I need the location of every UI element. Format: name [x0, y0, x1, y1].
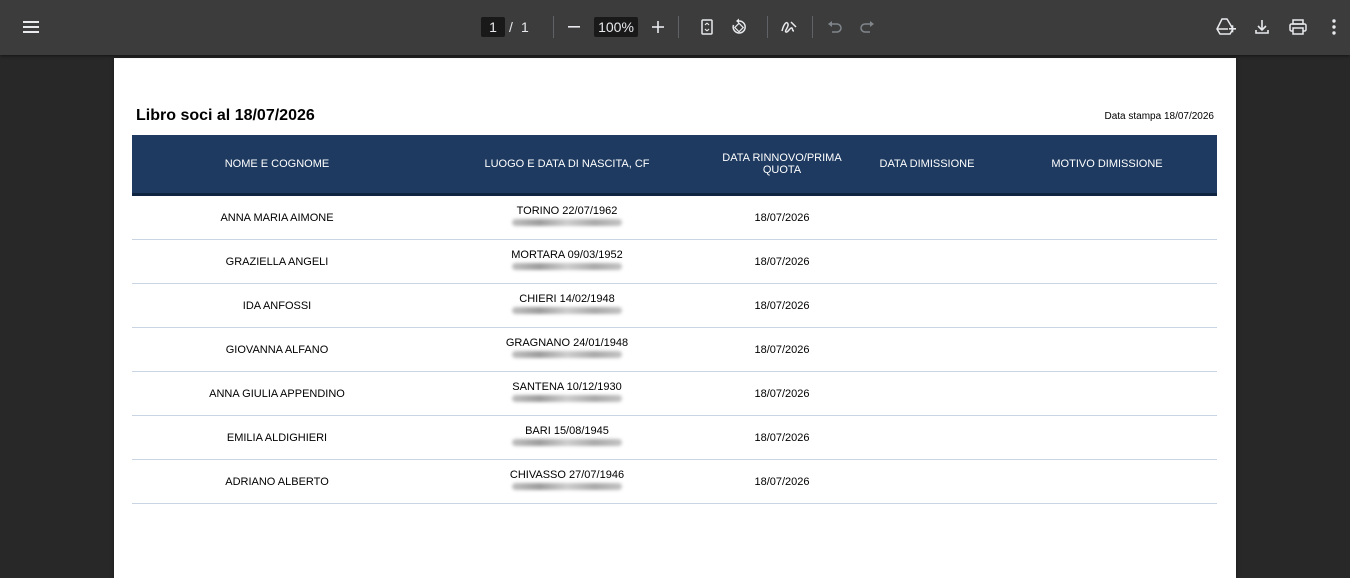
print-button[interactable]	[1283, 12, 1313, 42]
minus-icon	[568, 26, 580, 28]
cell-name: ANNA GIULIA APPENDINO	[209, 387, 345, 400]
birth-place-date: MORTARA 09/03/1952	[511, 249, 623, 261]
redacted-fiscal-code	[512, 219, 622, 226]
table-header: NOME E COGNOME LUOGO E DATA DI NASCITA, …	[132, 135, 1217, 196]
cell-name: IDA ANFOSSI	[242, 299, 312, 312]
pdf-toolbar: 1 / 1 100%	[0, 0, 1350, 55]
table-body: ANNA MARIA AIMONE TORINO 22/07/1962 18/0…	[132, 196, 1217, 504]
download-icon	[1255, 20, 1269, 34]
toolbar-divider	[553, 16, 554, 38]
redo-button[interactable]	[852, 12, 882, 42]
cell-renewal-date: 18/07/2026	[754, 299, 810, 312]
column-header-resignation: DATA DIMISSIONE	[879, 158, 975, 170]
toolbar-divider	[767, 16, 768, 38]
save-to-drive-button[interactable]	[1211, 12, 1241, 42]
column-header-name: NOME E COGNOME	[224, 158, 330, 170]
pdf-viewer[interactable]: Libro soci al 18/07/2026 Data stampa 18/…	[0, 55, 1350, 578]
cell-renewal-date: 18/07/2026	[754, 211, 810, 224]
print-date: Data stampa 18/07/2026	[1104, 111, 1214, 122]
table-row: GRAZIELLA ANGELI MORTARA 09/03/1952 18/0…	[132, 240, 1217, 284]
cell-renewal-date: 18/07/2026	[754, 255, 810, 268]
print-icon	[1289, 19, 1307, 35]
redacted-fiscal-code	[512, 263, 622, 270]
cell-name: EMILIA ALDIGHIERI	[226, 431, 328, 444]
column-header-birth: LUOGO E DATA DI NASCITA, CF	[484, 158, 650, 170]
undo-icon	[828, 21, 842, 33]
rotate-button[interactable]	[724, 12, 754, 42]
table-row: IDA ANFOSSI CHIERI 14/02/1948 18/07/2026	[132, 284, 1217, 328]
table-row: ANNA GIULIA APPENDINO SANTENA 10/12/1930…	[132, 372, 1217, 416]
cell-renewal-date: 18/07/2026	[754, 431, 810, 444]
birth-place-date: TORINO 22/07/1962	[516, 205, 618, 217]
redacted-fiscal-code	[512, 395, 622, 402]
cell-birth: MORTARA 09/03/1952	[502, 249, 632, 270]
zoom-in-button[interactable]	[643, 12, 673, 42]
cell-birth: BARI 15/08/1945	[502, 425, 632, 446]
cell-birth: TORINO 22/07/1962	[502, 205, 632, 226]
redacted-fiscal-code	[512, 483, 622, 490]
table-row: GIOVANNA ALFANO GRAGNANO 24/01/1948 18/0…	[132, 328, 1217, 372]
redacted-fiscal-code	[512, 351, 622, 358]
annotate-button[interactable]	[774, 12, 804, 42]
cell-name: ANNA MARIA AIMONE	[220, 211, 334, 224]
more-icon	[1332, 19, 1336, 35]
undo-button[interactable]	[820, 12, 850, 42]
cell-birth: SANTENA 10/12/1930	[502, 381, 632, 402]
cell-name: GRAZIELLA ANGELI	[225, 255, 329, 268]
zoom-out-button[interactable]	[559, 12, 589, 42]
birth-place-date: SANTENA 10/12/1930	[512, 381, 622, 393]
column-header-renewal: DATA RINNOVO/PRIMA QUOTA	[717, 135, 847, 193]
toolbar-divider	[812, 16, 813, 38]
page-total: 1	[521, 19, 529, 35]
birth-place-date: CHIVASSO 27/07/1946	[509, 469, 625, 481]
column-header-renewal-text: DATA RINNOVO/PRIMA QUOTA	[722, 152, 842, 176]
toolbar-divider	[678, 16, 679, 38]
table-row: EMILIA ALDIGHIERI BARI 15/08/1945 18/07/…	[132, 416, 1217, 460]
more-options-button[interactable]	[1319, 12, 1349, 42]
birth-place-date: GRAGNANO 24/01/1948	[505, 337, 629, 349]
page-separator: /	[509, 19, 513, 35]
menu-icon[interactable]	[16, 12, 46, 42]
column-header-reason: MOTIVO DIMISSIONE	[1051, 158, 1163, 170]
cell-name: ADRIANO ALBERTO	[225, 475, 329, 488]
birth-place-date: CHIERI 14/02/1948	[519, 293, 615, 305]
annotate-icon	[781, 21, 797, 33]
birth-place-date: BARI 15/08/1945	[525, 425, 609, 437]
cell-birth: CHIVASSO 27/07/1946	[502, 469, 632, 490]
cell-renewal-date: 18/07/2026	[754, 343, 810, 356]
plus-icon	[652, 21, 664, 33]
cell-renewal-date: 18/07/2026	[754, 475, 810, 488]
cell-name: GIOVANNA ALFANO	[225, 343, 329, 356]
table-row: ANNA MARIA AIMONE TORINO 22/07/1962 18/0…	[132, 196, 1217, 240]
fit-page-button[interactable]	[692, 12, 722, 42]
redo-icon	[860, 21, 874, 33]
rotate-icon	[732, 18, 746, 34]
fit-page-icon	[701, 19, 713, 35]
drive-icon	[1216, 18, 1236, 35]
pdf-page: Libro soci al 18/07/2026 Data stampa 18/…	[114, 58, 1236, 578]
redacted-fiscal-code	[512, 307, 622, 314]
download-button[interactable]	[1247, 12, 1277, 42]
cell-birth: GRAGNANO 24/01/1948	[502, 337, 632, 358]
cell-birth: CHIERI 14/02/1948	[502, 293, 632, 314]
page-number-input[interactable]: 1	[481, 17, 505, 37]
redacted-fiscal-code	[512, 439, 622, 446]
cell-renewal-date: 18/07/2026	[754, 387, 810, 400]
document-title: Libro soci al 18/07/2026	[136, 107, 315, 124]
zoom-input[interactable]: 100%	[594, 17, 638, 37]
table-row: ADRIANO ALBERTO CHIVASSO 27/07/1946 18/0…	[132, 460, 1217, 504]
